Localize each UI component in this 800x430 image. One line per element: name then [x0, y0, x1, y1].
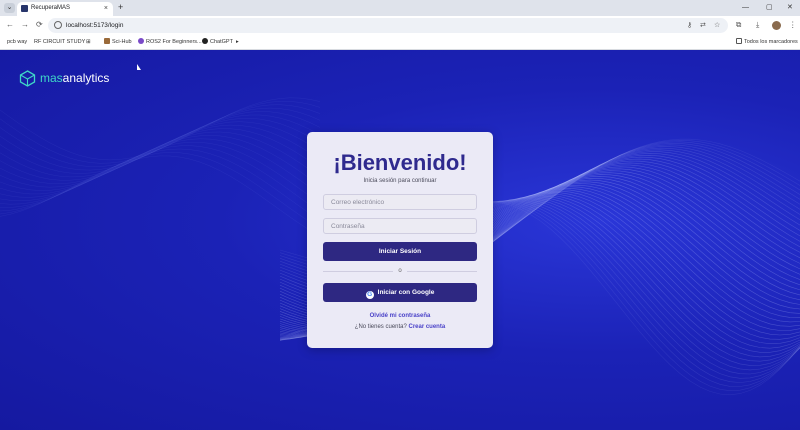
tab-search-button[interactable]: ⌄ — [4, 3, 15, 13]
bookmark-pcb-way[interactable]: pcb way — [7, 38, 27, 47]
password-field[interactable] — [323, 218, 477, 234]
tab-close-icon[interactable]: × — [104, 4, 108, 13]
bookmark-rf-circuit-study[interactable]: RF CIRCUIT STUDY — [34, 38, 85, 47]
translate-icon[interactable]: ⇄ — [700, 21, 706, 30]
browser-toolbar: ← → ⟳ localhost:5173/login ⚷ ⇄ ☆ ⧉ ⤓ ⋮ — [0, 16, 800, 35]
bookmark-sci-hub[interactable]: Sci-Hub — [104, 38, 132, 47]
bookmark-overflow-icon[interactable]: ▸ — [236, 38, 239, 47]
browser-tabstrip: ⌄ RecuperaMAS × + — ▢ ✕ — [0, 0, 800, 16]
login-button[interactable]: Iniciar Sesión — [323, 242, 477, 261]
google-login-button[interactable]: G Iniciar con Google — [323, 283, 477, 302]
browser-menu-icon[interactable]: ⋮ — [789, 20, 797, 30]
bookmark-label: ChatGPT — [210, 39, 233, 45]
close-window-icon[interactable]: ✕ — [787, 2, 793, 13]
site-info-icon[interactable] — [54, 21, 62, 29]
tab-favicon-icon — [21, 5, 28, 12]
bookmark-label: Sci-Hub — [112, 39, 132, 45]
all-bookmarks[interactable]: Todos los marcadores — [736, 38, 798, 47]
bookmark-star-icon[interactable]: ☆ — [714, 21, 720, 30]
no-account-text: ¿No tienes cuenta? — [354, 324, 407, 330]
profile-avatar[interactable] — [772, 21, 781, 30]
all-bookmarks-label: Todos los marcadores — [744, 39, 798, 45]
brand-suffix: analytics — [62, 71, 110, 85]
google-button-label: Iniciar con Google — [377, 289, 435, 296]
create-account-link[interactable]: Crear cuenta — [409, 324, 446, 330]
chatgpt-icon — [202, 38, 208, 44]
login-card: ¡Bienvenido! Inicia sesión para continua… — [307, 132, 493, 348]
brand-name: masanalytics — [40, 71, 109, 86]
email-field[interactable] — [323, 194, 477, 210]
address-bar[interactable]: localhost:5173/login ⚷ ⇄ ☆ — [48, 18, 728, 33]
apps-grid-icon[interactable]: ⊞ — [86, 38, 91, 47]
welcome-title: ¡Bienvenido! — [333, 150, 467, 175]
password-key-icon[interactable]: ⚷ — [687, 21, 692, 30]
address-url[interactable]: localhost:5173/login — [66, 21, 123, 30]
browser-tab-active[interactable]: RecuperaMAS × — [17, 2, 113, 16]
forgot-password-link[interactable]: Olvidé mi contraseña — [307, 312, 493, 321]
bookmark-ros2[interactable]: ROS2 For Beginners... — [138, 38, 202, 47]
tab-title: RecuperaMAS — [31, 5, 71, 11]
minimize-icon[interactable]: — — [742, 2, 749, 13]
login-page: masanalytics ¡Bienvenido! Inicia sesión … — [0, 50, 800, 430]
sci-hub-icon — [104, 38, 110, 44]
extensions-icon[interactable]: ⧉ — [736, 20, 741, 30]
brand-prefix: mas — [40, 71, 63, 85]
folder-icon — [736, 38, 742, 44]
mouse-cursor-icon — [137, 64, 141, 70]
bookmark-label: ROS2 For Beginners... — [146, 39, 202, 45]
download-icon[interactable]: ⤓ — [756, 20, 759, 30]
divider-line-right — [407, 271, 477, 272]
forward-icon[interactable]: → — [21, 20, 29, 30]
signup-row: ¿No tienes cuenta? Crear cuenta — [307, 323, 493, 332]
maximize-icon[interactable]: ▢ — [766, 2, 773, 13]
ros2-icon — [138, 38, 144, 44]
back-icon[interactable]: ← — [6, 20, 14, 30]
bookmark-chatgpt[interactable]: ChatGPT — [202, 38, 233, 47]
google-icon: G — [365, 291, 374, 299]
new-tab-button[interactable]: + — [118, 2, 123, 13]
bookmarks-bar: pcb way RF CIRCUIT STUDY ⊞ Sci-Hub ROS2 … — [0, 35, 800, 50]
cube-logo-icon — [19, 70, 36, 87]
login-subtitle: Inicia sesión para continuar — [363, 178, 437, 184]
reload-icon[interactable]: ⟳ — [36, 20, 43, 30]
